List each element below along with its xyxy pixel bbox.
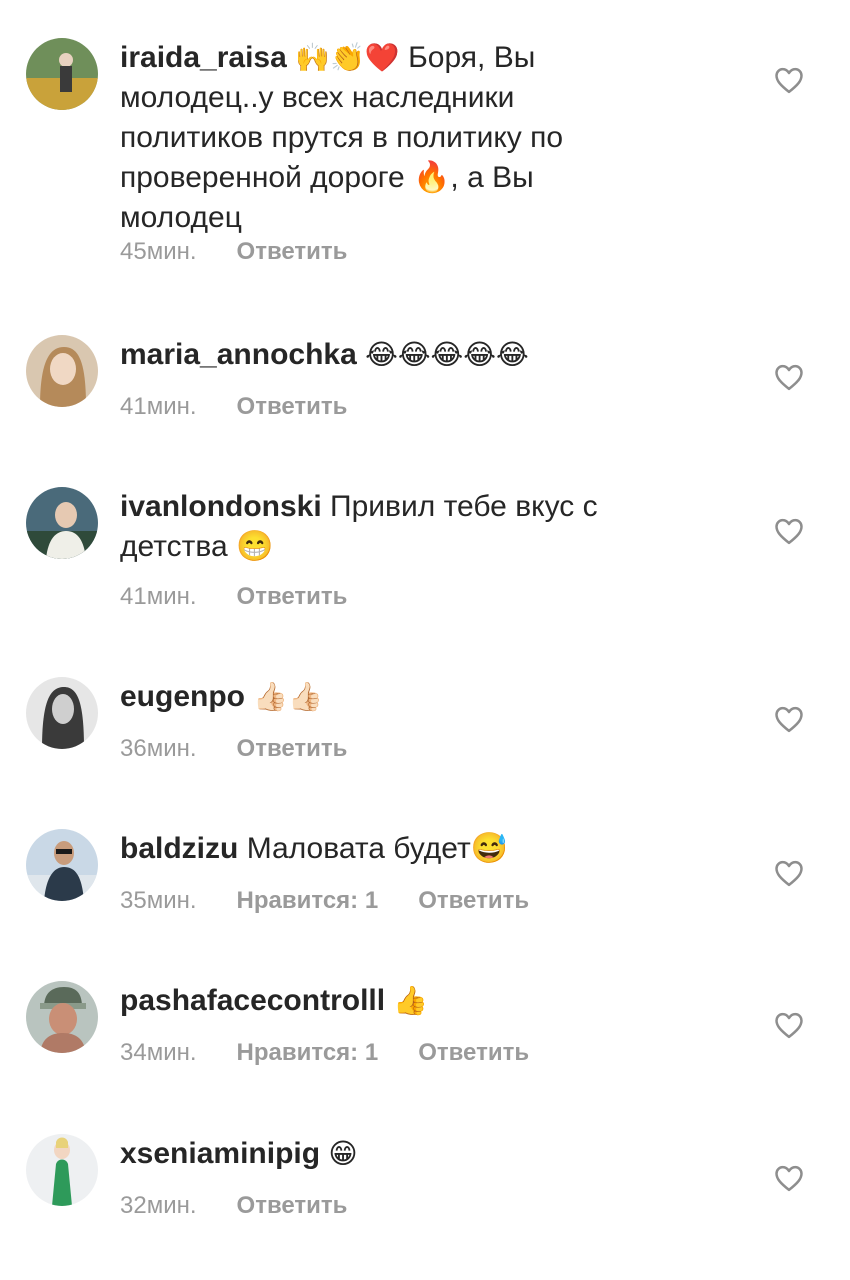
heart-outline-icon [775,364,803,391]
comment-text: Маловата будет😅 [246,832,509,865]
heart-outline-icon [775,706,803,733]
comment-meta: 41мин. Ответить [120,583,347,611]
comment-time: 35мин. [120,887,197,914]
comment-time: 45мин. [120,238,197,265]
comment-body: maria_annochka 😂😂😂😂😂 [120,335,650,375]
heart-outline-icon [775,1165,803,1192]
comment-username[interactable]: maria_annochka [120,338,357,371]
comment-meta: 41мин. Ответить [120,393,347,421]
comment-meta: 34мин. Нравится: 1 Ответить [120,1039,529,1067]
comment-meta: 32мин. Ответить [120,1192,347,1220]
comment-emoji: 😁 [328,1137,358,1170]
reply-button[interactable]: Ответить [237,735,348,763]
comment-username[interactable]: baldzizu [120,832,238,865]
comment-emoji: 🙌👏❤️ [295,41,400,74]
comment-time: 36мин. [120,735,197,762]
comment-username[interactable]: xseniaminipig [120,1137,320,1170]
comment-meta: 36мин. Ответить [120,735,347,763]
comment-body: eugenpo 👍🏻👍🏻 [120,677,650,717]
likes-count[interactable]: Нравится: 1 [237,887,379,915]
comment-time: 34мин. [120,1039,197,1066]
avatar[interactable] [26,335,98,407]
avatar[interactable] [26,829,98,901]
avatar[interactable] [26,981,98,1053]
reply-button[interactable]: Ответить [418,887,529,915]
comment-time: 41мин. [120,583,197,610]
comment-emoji: 😂😂😂😂😂 [365,338,529,371]
comment-username[interactable]: iraida_raisa [120,41,287,74]
like-button[interactable] [774,859,804,887]
comment-body: baldzizu Маловата будет😅 [120,829,650,869]
reply-button[interactable]: Ответить [237,583,348,611]
avatar[interactable] [26,1134,98,1206]
comment-body: iraida_raisa 🙌👏❤️ Боря, Вы молодец..у вс… [120,38,650,238]
avatar[interactable] [26,38,98,110]
reply-button[interactable]: Ответить [237,238,348,266]
comment-meta: 45мин. Ответить [120,238,347,266]
heart-outline-icon [775,518,803,545]
likes-count[interactable]: Нравится: 1 [237,1039,379,1067]
heart-outline-icon [775,1012,803,1039]
heart-outline-icon [775,860,803,887]
avatar[interactable] [26,677,98,749]
like-button[interactable] [774,1011,804,1039]
like-button[interactable] [774,363,804,391]
like-button[interactable] [774,1164,804,1192]
avatar[interactable] [26,487,98,559]
reply-button[interactable]: Ответить [418,1039,529,1067]
comment-time: 41мин. [120,393,197,420]
reply-button[interactable]: Ответить [237,393,348,421]
comment-username[interactable]: ivanlondonski [120,490,322,523]
comment-username[interactable]: eugenpo [120,680,245,713]
like-button[interactable] [774,66,804,94]
comment-body: xseniaminipig 😁 [120,1134,650,1174]
comment-body: pashafacecontrolll 👍 [120,981,650,1021]
comment-time: 32мин. [120,1192,197,1219]
comment-username[interactable]: pashafacecontrolll [120,984,385,1017]
comment-emoji: 👍 [393,984,429,1017]
like-button[interactable] [774,705,804,733]
comment-body: ivanlondonski Привил тебе вкус с детства… [120,487,650,567]
heart-outline-icon [775,67,803,94]
like-button[interactable] [774,517,804,545]
comment-meta: 35мин. Нравится: 1 Ответить [120,887,529,915]
comment-emoji: 👍🏻👍🏻 [253,680,324,713]
reply-button[interactable]: Ответить [237,1192,348,1220]
